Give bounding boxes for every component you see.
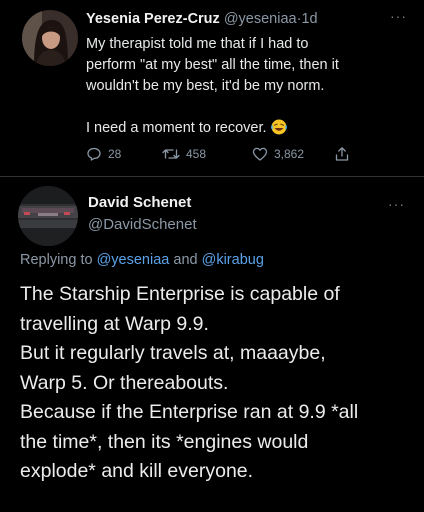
retweet-button[interactable]: 458 — [162, 146, 206, 162]
tweet-text-line: perform "at my best" all the time, then … — [86, 57, 339, 73]
retweet-count: 458 — [186, 147, 207, 161]
reply-author-handle[interactable]: @DavidSchenet — [88, 216, 197, 233]
reply-text: The Starship Enterprise is capable of tr… — [20, 280, 420, 487]
reply-icon — [86, 146, 102, 162]
tweet-actions: 28 458 3,862 — [86, 146, 366, 166]
like-icon — [252, 146, 268, 162]
reply-text-line: the time*, then its *engines would — [20, 430, 309, 453]
mention-link[interactable]: @kirabug — [202, 252, 264, 268]
share-icon — [334, 146, 350, 162]
conjunction: and — [173, 252, 198, 268]
tweet-text-line: wouldn't be my best, it'd be my norm. — [86, 78, 325, 94]
like-count: 3,862 — [274, 147, 305, 161]
author-handle[interactable]: @yeseniaa — [224, 11, 297, 27]
avatar[interactable] — [18, 186, 78, 246]
timestamp[interactable]: 1d — [301, 11, 317, 27]
replying-to-label: Replying to — [20, 252, 93, 268]
tweet-text-line: My therapist told me that if I had to — [86, 36, 309, 52]
original-tweet[interactable]: Yesenia Perez-Cruz @yeseniaa·1d ··· My t… — [0, 0, 424, 176]
reply-text-line: Warp 5. Or thereabouts. — [20, 371, 229, 394]
more-icon[interactable]: ··· — [390, 8, 407, 24]
avatar[interactable] — [22, 10, 78, 66]
reply-text-line: Because if the Enterprise ran at 9.9 *al… — [20, 401, 359, 423]
tweet-text-line: I need a moment to recover. — [86, 120, 267, 136]
author-name[interactable]: Yesenia Perez-Cruz — [86, 11, 220, 27]
laughing-crying-emoji-icon — [270, 119, 287, 135]
more-icon[interactable]: ··· — [388, 196, 405, 212]
tweet-text-last-line: I need a moment to recover. — [86, 118, 406, 139]
retweet-icon — [162, 146, 180, 162]
tweet-text: My therapist told me that if I had to pe… — [86, 34, 406, 139]
share-button[interactable] — [334, 146, 350, 162]
reply-text-line: The Starship Enterprise is capable of — [20, 283, 340, 305]
like-button[interactable]: 3,862 — [252, 146, 304, 162]
reply-text-line: But it regularly travels at, maaaybe, — [20, 342, 326, 364]
reply-text-line: travelling at Warp 9.9. — [20, 312, 209, 335]
reply-count: 28 — [108, 147, 122, 161]
reply-author-name[interactable]: David Schenet — [88, 194, 191, 211]
reply-text-line: explode* and kill everyone. — [20, 460, 254, 482]
mention-link[interactable]: @yeseniaa — [97, 252, 170, 268]
replying-to: Replying to @yeseniaa and @kirabug — [20, 252, 264, 268]
tweet-header: Yesenia Perez-Cruz @yeseniaa·1d — [86, 11, 318, 27]
reply-button[interactable]: 28 — [86, 146, 121, 162]
tweet-divider — [0, 176, 424, 177]
